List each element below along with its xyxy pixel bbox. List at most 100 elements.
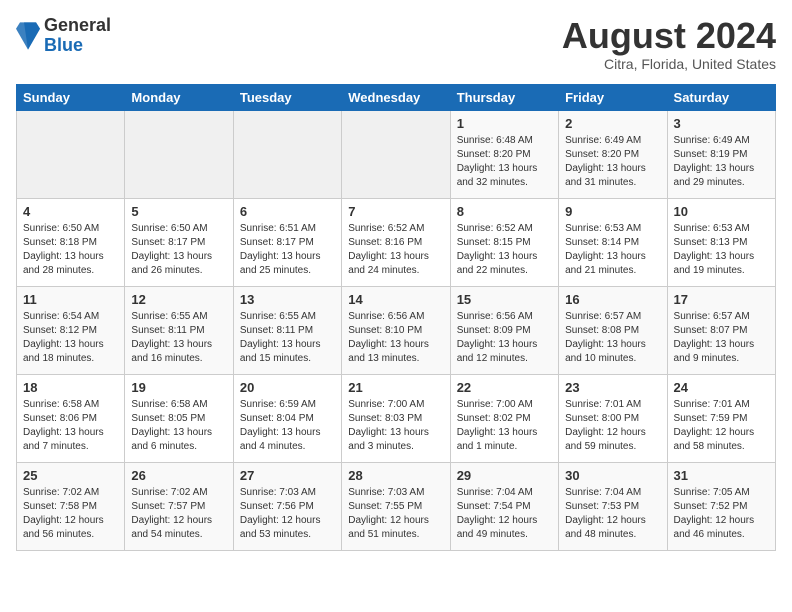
weekday-header: Tuesday bbox=[233, 84, 341, 110]
calendar-day-cell: 3 Sunrise: 6:49 AM Sunset: 8:19 PM Daylig… bbox=[667, 110, 775, 198]
day-info: Sunrise: 6:51 AM Sunset: 8:17 PM Dayligh… bbox=[240, 222, 335, 278]
logo-general: General bbox=[44, 16, 111, 36]
calendar-day-cell: 5Sunrise: 6:50 AM Sunset: 8:17 PM Daylig… bbox=[125, 198, 233, 286]
calendar-day-cell: 10 Sunrise: 6:53 AM Sunset: 8:13 PM Dayli… bbox=[667, 198, 775, 286]
calendar-day-cell: 29 Sunrise: 7:04 AM Sunset: 7:54 PM Dayli… bbox=[450, 462, 558, 550]
calendar-day-cell: 6 Sunrise: 6:51 AM Sunset: 8:17 PM Daylig… bbox=[233, 198, 341, 286]
calendar-day-cell: 18 Sunrise: 6:58 AM Sunset: 8:06 PM Dayli… bbox=[17, 374, 125, 462]
calendar-week-row: 1 Sunrise: 6:48 AM Sunset: 8:20 PM Daylig… bbox=[17, 110, 776, 198]
weekday-header: Wednesday bbox=[342, 84, 450, 110]
calendar-subtitle: Citra, Florida, United States bbox=[562, 56, 776, 72]
day-info: Sunrise: 7:00 AM Sunset: 8:02 PM Dayligh… bbox=[457, 398, 552, 454]
day-info: Sunrise: 6:54 AM Sunset: 8:12 PM Dayligh… bbox=[23, 310, 118, 366]
calendar-day-cell: 7 Sunrise: 6:52 AM Sunset: 8:16 PM Daylig… bbox=[342, 198, 450, 286]
calendar-day-cell: 17 Sunrise: 6:57 AM Sunset: 8:07 PM Dayli… bbox=[667, 286, 775, 374]
day-number: 1 bbox=[457, 116, 552, 131]
calendar-day-cell: 27 Sunrise: 7:03 AM Sunset: 7:56 PM Dayli… bbox=[233, 462, 341, 550]
calendar-week-row: 25Sunrise: 7:02 AM Sunset: 7:58 PM Dayli… bbox=[17, 462, 776, 550]
day-info: Sunrise: 6:56 AM Sunset: 8:10 PM Dayligh… bbox=[348, 310, 443, 366]
calendar-day-cell: 21 Sunrise: 7:00 AM Sunset: 8:03 PM Dayli… bbox=[342, 374, 450, 462]
day-info: Sunrise: 6:49 AM Sunset: 8:19 PM Dayligh… bbox=[674, 134, 769, 190]
logo: General Blue bbox=[16, 16, 111, 56]
weekday-header: Monday bbox=[125, 84, 233, 110]
calendar-day-cell: 8 Sunrise: 6:52 AM Sunset: 8:15 PM Daylig… bbox=[450, 198, 558, 286]
weekday-header: Thursday bbox=[450, 84, 558, 110]
day-info: Sunrise: 6:48 AM Sunset: 8:20 PM Dayligh… bbox=[457, 134, 552, 190]
calendar-day-cell bbox=[233, 110, 341, 198]
calendar-day-cell: 23 Sunrise: 7:01 AM Sunset: 8:00 PM Dayli… bbox=[559, 374, 667, 462]
weekday-header: Sunday bbox=[17, 84, 125, 110]
calendar-day-cell: 4 Sunrise: 6:50 AM Sunset: 8:18 PM Daylig… bbox=[17, 198, 125, 286]
calendar-day-cell: 22 Sunrise: 7:00 AM Sunset: 8:02 PM Dayli… bbox=[450, 374, 558, 462]
calendar-day-cell: 2 Sunrise: 6:49 AM Sunset: 8:20 PM Daylig… bbox=[559, 110, 667, 198]
logo-blue: Blue bbox=[44, 36, 111, 56]
day-info: Sunrise: 6:55 AM Sunset: 8:11 PM Dayligh… bbox=[240, 310, 335, 366]
day-info: Sunrise: 6:52 AM Sunset: 8:16 PM Dayligh… bbox=[348, 222, 443, 278]
calendar-day-cell: 25Sunrise: 7:02 AM Sunset: 7:58 PM Dayli… bbox=[17, 462, 125, 550]
day-info: Sunrise: 7:05 AM Sunset: 7:52 PM Dayligh… bbox=[674, 486, 769, 542]
calendar-day-cell: 26 Sunrise: 7:02 AM Sunset: 7:57 PM Dayli… bbox=[125, 462, 233, 550]
calendar-day-cell: 12 Sunrise: 6:55 AM Sunset: 8:11 PM Dayli… bbox=[125, 286, 233, 374]
day-info: Sunrise: 6:58 AM Sunset: 8:06 PM Dayligh… bbox=[23, 398, 118, 454]
weekday-header: Saturday bbox=[667, 84, 775, 110]
weekday-header-row: SundayMondayTuesdayWednesdayThursdayFrid… bbox=[17, 84, 776, 110]
calendar-day-cell: 20 Sunrise: 6:59 AM Sunset: 8:04 PM Dayli… bbox=[233, 374, 341, 462]
day-info: Sunrise: 7:01 AM Sunset: 7:59 PM Dayligh… bbox=[674, 398, 769, 454]
day-info: Sunrise: 7:02 AM Sunset: 7:57 PM Dayligh… bbox=[131, 486, 226, 542]
day-number: 16 bbox=[565, 292, 660, 307]
day-number: 21 bbox=[348, 380, 443, 395]
day-info: Sunrise: 6:58 AM Sunset: 8:05 PM Dayligh… bbox=[131, 398, 226, 454]
calendar-week-row: 18 Sunrise: 6:58 AM Sunset: 8:06 PM Dayli… bbox=[17, 374, 776, 462]
day-number: 18 bbox=[23, 380, 118, 395]
day-info: Sunrise: 7:00 AM Sunset: 8:03 PM Dayligh… bbox=[348, 398, 443, 454]
day-number: 13 bbox=[240, 292, 335, 307]
day-number: 3 bbox=[674, 116, 769, 131]
day-number: 20 bbox=[240, 380, 335, 395]
day-number: 12 bbox=[131, 292, 226, 307]
day-info: Sunrise: 6:56 AM Sunset: 8:09 PM Dayligh… bbox=[457, 310, 552, 366]
day-number: 10 bbox=[674, 204, 769, 219]
day-number: 31 bbox=[674, 468, 769, 483]
day-info: Sunrise: 6:53 AM Sunset: 8:13 PM Dayligh… bbox=[674, 222, 769, 278]
day-info: Sunrise: 7:03 AM Sunset: 7:56 PM Dayligh… bbox=[240, 486, 335, 542]
day-number: 17 bbox=[674, 292, 769, 307]
day-info: Sunrise: 7:01 AM Sunset: 8:00 PM Dayligh… bbox=[565, 398, 660, 454]
calendar-day-cell: 30Sunrise: 7:04 AM Sunset: 7:53 PM Dayli… bbox=[559, 462, 667, 550]
day-info: Sunrise: 6:50 AM Sunset: 8:18 PM Dayligh… bbox=[23, 222, 118, 278]
day-info: Sunrise: 6:49 AM Sunset: 8:20 PM Dayligh… bbox=[565, 134, 660, 190]
day-number: 27 bbox=[240, 468, 335, 483]
calendar-day-cell: 14 Sunrise: 6:56 AM Sunset: 8:10 PM Dayli… bbox=[342, 286, 450, 374]
day-info: Sunrise: 7:04 AM Sunset: 7:54 PM Dayligh… bbox=[457, 486, 552, 542]
day-number: 26 bbox=[131, 468, 226, 483]
calendar-day-cell: 1 Sunrise: 6:48 AM Sunset: 8:20 PM Daylig… bbox=[450, 110, 558, 198]
day-number: 6 bbox=[240, 204, 335, 219]
calendar-day-cell: 9Sunrise: 6:53 AM Sunset: 8:14 PM Daylig… bbox=[559, 198, 667, 286]
calendar-day-cell: 13 Sunrise: 6:55 AM Sunset: 8:11 PM Dayli… bbox=[233, 286, 341, 374]
calendar-day-cell: 11 Sunrise: 6:54 AM Sunset: 8:12 PM Dayli… bbox=[17, 286, 125, 374]
day-number: 5 bbox=[131, 204, 226, 219]
day-number: 4 bbox=[23, 204, 118, 219]
calendar-day-cell: 28Sunrise: 7:03 AM Sunset: 7:55 PM Dayli… bbox=[342, 462, 450, 550]
calendar-day-cell: 19Sunrise: 6:58 AM Sunset: 8:05 PM Dayli… bbox=[125, 374, 233, 462]
day-number: 9 bbox=[565, 204, 660, 219]
day-info: Sunrise: 6:59 AM Sunset: 8:04 PM Dayligh… bbox=[240, 398, 335, 454]
day-info: Sunrise: 7:02 AM Sunset: 7:58 PM Dayligh… bbox=[23, 486, 118, 542]
calendar-title: August 2024 bbox=[562, 16, 776, 56]
day-number: 23 bbox=[565, 380, 660, 395]
day-number: 7 bbox=[348, 204, 443, 219]
day-info: Sunrise: 6:55 AM Sunset: 8:11 PM Dayligh… bbox=[131, 310, 226, 366]
day-number: 8 bbox=[457, 204, 552, 219]
day-number: 29 bbox=[457, 468, 552, 483]
day-number: 2 bbox=[565, 116, 660, 131]
day-info: Sunrise: 6:57 AM Sunset: 8:07 PM Dayligh… bbox=[674, 310, 769, 366]
day-info: Sunrise: 6:52 AM Sunset: 8:15 PM Dayligh… bbox=[457, 222, 552, 278]
calendar-day-cell bbox=[17, 110, 125, 198]
day-info: Sunrise: 7:03 AM Sunset: 7:55 PM Dayligh… bbox=[348, 486, 443, 542]
day-number: 22 bbox=[457, 380, 552, 395]
day-number: 11 bbox=[23, 292, 118, 307]
day-number: 14 bbox=[348, 292, 443, 307]
day-number: 30 bbox=[565, 468, 660, 483]
weekday-header: Friday bbox=[559, 84, 667, 110]
day-number: 24 bbox=[674, 380, 769, 395]
page-header: General Blue August 2024 Citra, Florida,… bbox=[16, 16, 776, 72]
